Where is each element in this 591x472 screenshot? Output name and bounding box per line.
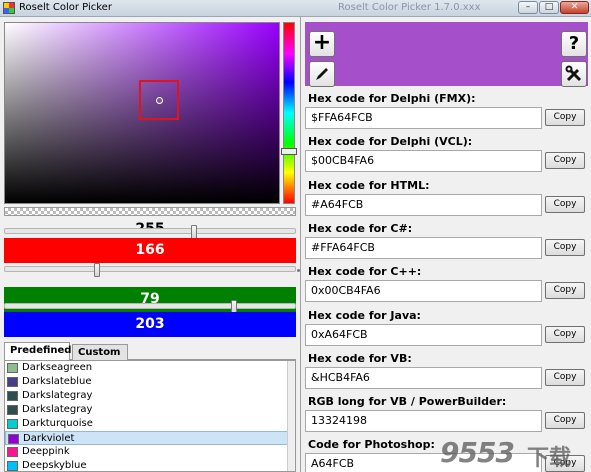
watermark-logo: 9553 <box>440 436 515 469</box>
help-button[interactable]: ? <box>561 31 587 57</box>
code-group: Hex code for VB: &HCB4FA6 Copy <box>305 350 588 391</box>
code-label: RGB long for VB / PowerBuilder: <box>308 395 507 409</box>
list-item[interactable]: Darkseagreen <box>5 361 295 375</box>
code-label: Hex code for Delphi (VCL): <box>308 135 473 149</box>
code-group: Hex code for HTML: #A64FCB Copy <box>305 177 588 218</box>
copy-button[interactable]: Copy <box>545 368 585 386</box>
hue-slider-thumb[interactable] <box>281 148 297 155</box>
color-name: Darkviolet <box>23 433 75 444</box>
close-button[interactable]: ✕ <box>560 1 589 14</box>
code-field[interactable]: $FFA64FCB <box>305 107 542 129</box>
copy-button[interactable]: Copy <box>545 325 585 343</box>
alpha-slider[interactable] <box>4 225 296 239</box>
code-field[interactable]: 13324198 <box>305 410 542 433</box>
color-swatch <box>8 434 19 444</box>
list-item[interactable]: Darkviolet <box>5 431 295 445</box>
copy-button[interactable]: Copy <box>545 195 585 213</box>
code-group: Hex code for C++: 0x00CB4FA6 Copy <box>305 263 588 304</box>
alpha-preview-strip <box>4 207 296 216</box>
red-slider-thumb[interactable] <box>94 263 100 277</box>
add-color-button[interactable]: + <box>309 31 335 57</box>
eyedropper-icon <box>314 68 330 86</box>
copy-button[interactable]: Copy <box>545 238 585 256</box>
code-field[interactable]: &HCB4FA6 <box>305 366 542 389</box>
tab-custom[interactable]: Custom <box>72 344 128 361</box>
code-output-panel: + ? Hex code for Delphi (FMX): $FFA64FCB C… <box>300 17 591 472</box>
code-label: Hex code for Delphi (FMX): <box>308 92 476 105</box>
color-name: Darkslategray <box>22 390 93 401</box>
color-name: Darkseagreen <box>22 362 93 373</box>
code-label: Hex code for HTML: <box>308 178 430 192</box>
list-item[interactable]: Darkslategray <box>5 403 295 417</box>
code-field[interactable]: 0xA64FCB <box>305 323 542 346</box>
picker-selection-box[interactable] <box>139 80 179 120</box>
picker-crosshair-icon <box>156 97 163 104</box>
color-swatch <box>7 391 18 401</box>
code-label: Hex code for C++: <box>308 265 422 279</box>
color-name: Darkslategray <box>22 404 93 415</box>
color-swatch <box>7 447 18 457</box>
tab-predefined[interactable]: Predefined <box>4 342 71 361</box>
code-label: Hex code for Java: <box>308 308 421 322</box>
color-swatch <box>7 377 18 387</box>
copy-button[interactable]: Copy <box>545 109 585 126</box>
color-name: Deepskyblue <box>22 460 87 471</box>
saturation-value-picker[interactable] <box>4 22 280 204</box>
code-label: Code for Photoshop: <box>308 438 435 452</box>
blue-value[interactable]: 203 <box>4 312 296 337</box>
color-swatch <box>7 405 18 415</box>
code-label: Hex code for VB: <box>308 351 412 365</box>
wrench-screwdriver-icon <box>565 65 583 87</box>
list-item[interactable]: Darkturquoise <box>5 417 295 431</box>
color-swatch <box>7 461 18 471</box>
color-editor-panel: 255 166 79 203 Predefined Custom Darksea… <box>0 17 300 472</box>
code-group: Hex code for C#: #FFA64FCB Copy <box>305 220 588 261</box>
eyedropper-button[interactable] <box>309 61 335 87</box>
color-list-tabs: Predefined Custom <box>4 342 296 361</box>
list-item[interactable]: Darkslateblue <box>5 375 295 389</box>
code-field[interactable]: #A64FCB <box>305 193 542 216</box>
code-group: Hex code for Delphi (FMX): $FFA64FCB Copy <box>305 90 588 131</box>
minimize-button[interactable]: – <box>518 1 538 14</box>
code-label: Hex code for C#: <box>308 221 413 235</box>
title-bar: Roselt Color Picker Roselt Color Picker … <box>0 0 591 17</box>
color-name: Darkturquoise <box>22 418 93 429</box>
code-field[interactable]: $00CB4FA6 <box>305 150 542 173</box>
list-item[interactable]: Darkslategray <box>5 389 295 403</box>
code-group: Hex code for Delphi (VCL): $00CB4FA6 Copy <box>305 133 588 174</box>
copy-button[interactable]: Copy <box>545 152 585 170</box>
settings-button[interactable] <box>561 61 587 87</box>
hue-slider[interactable] <box>283 22 295 204</box>
list-scrollbar[interactable] <box>287 361 295 471</box>
red-slider[interactable] <box>4 263 296 277</box>
copy-button[interactable]: Copy <box>545 282 585 300</box>
code-group: Hex code for Java: 0xA64FCB Copy <box>305 307 588 348</box>
color-swatch <box>7 363 18 373</box>
list-item[interactable]: Deepskyblue <box>5 459 295 471</box>
color-name: Darkslateblue <box>22 376 92 387</box>
color-name: Deeppink <box>22 446 70 457</box>
watermark-text: 下载 <box>527 446 572 471</box>
code-field[interactable]: #FFA64FCB <box>305 236 542 259</box>
green-slider[interactable] <box>4 300 296 314</box>
window-title: Roselt Color Picker <box>19 2 112 13</box>
maximize-button[interactable]: □ <box>539 1 559 14</box>
alpha-slider-thumb[interactable] <box>191 225 197 239</box>
code-group: RGB long for VB / PowerBuilder: 13324198 C… <box>305 393 588 434</box>
red-value[interactable]: 166 <box>4 238 296 263</box>
app-icon <box>3 2 15 14</box>
list-item[interactable]: Deeppink <box>5 445 295 459</box>
copy-button[interactable]: Copy <box>545 412 585 430</box>
color-preview: + ? <box>305 22 588 87</box>
background-window-title: Roselt Color Picker 1.7.0.xxx <box>338 2 481 13</box>
color-swatch <box>7 419 18 429</box>
code-field[interactable]: 0x00CB4FA6 <box>305 280 542 303</box>
predefined-color-list[interactable]: Darkseagreen Darkslateblue Darkslategray Da… <box>4 360 296 472</box>
